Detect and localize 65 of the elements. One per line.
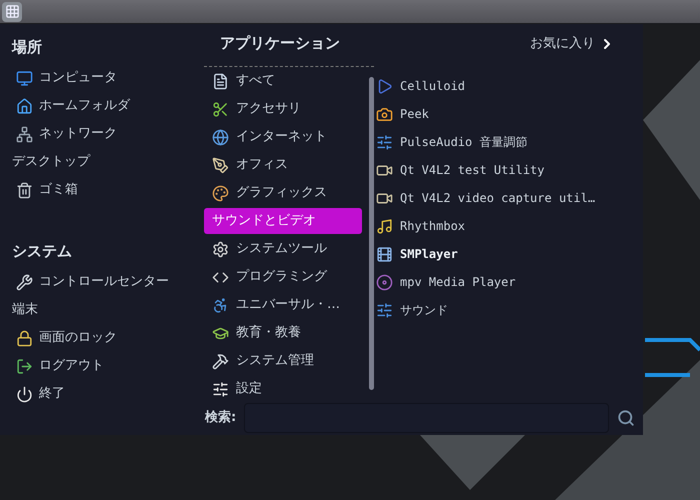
app-item[interactable]: Qt V4L2 video capture util… — [376, 184, 643, 212]
globe-icon — [212, 128, 229, 146]
category-item[interactable]: ユニバーサル・… — [204, 292, 362, 318]
category-item[interactable]: インターネット — [204, 124, 362, 150]
menu-item[interactable]: ログアウト — [0, 352, 200, 380]
app-item[interactable]: Rhythmbox — [376, 212, 643, 240]
app-item[interactable]: PulseAudio 音量調節 — [376, 128, 643, 156]
app-item[interactable]: mpv Media Player — [376, 268, 643, 296]
category-item[interactable]: アクセサリ — [204, 96, 362, 122]
exit-icon — [16, 358, 33, 374]
menu-item[interactable]: コントロールセンター — [0, 268, 200, 296]
app-item[interactable]: Celluloid — [376, 72, 643, 100]
category-item[interactable]: システム管理 — [204, 348, 362, 374]
sliders-icon — [376, 134, 393, 150]
menu-item[interactable]: 端末 — [0, 296, 200, 324]
section-heading: システム — [11, 240, 73, 262]
accessibility-icon — [212, 296, 229, 314]
play-icon — [376, 78, 393, 94]
network-icon — [16, 126, 33, 142]
sliders-icon — [376, 302, 393, 318]
grid-icon — [4, 4, 20, 19]
category-item[interactable]: すべて — [204, 68, 362, 94]
section-heading: アプリケーション — [219, 33, 340, 54]
tools-icon — [212, 352, 229, 370]
speaker-icon — [376, 218, 393, 234]
search-icon[interactable] — [617, 409, 635, 427]
tools-icon — [16, 274, 33, 290]
category-item[interactable]: システムツール — [204, 236, 362, 262]
category-item[interactable]: 設定 — [204, 376, 362, 402]
menu-item[interactable]: ネットワーク — [0, 120, 200, 148]
scissors-icon — [212, 100, 229, 118]
menu-item[interactable]: デスクトップ — [0, 148, 200, 176]
category-item[interactable]: オフィス — [204, 152, 362, 178]
sliders-icon — [212, 380, 229, 398]
search-label: 検索: — [204, 408, 236, 428]
menu-item[interactable]: コンピュータ — [0, 64, 200, 92]
film-icon — [376, 246, 393, 262]
document-icon — [212, 72, 229, 90]
category-item[interactable]: プログラミング — [204, 264, 362, 290]
section-heading: 場所 — [10, 36, 43, 58]
menu-item[interactable]: ホームフォルダ — [0, 92, 200, 120]
gear-icon — [212, 240, 229, 258]
power-icon — [16, 386, 33, 402]
app-item[interactable]: SMPlayer — [376, 240, 643, 268]
wallpaper-stripe — [643, 338, 700, 377]
lock-icon — [16, 330, 33, 346]
category-item[interactable]: サウンドとビデオ — [204, 208, 362, 234]
app-item[interactable]: サウンド — [376, 296, 643, 324]
menu-item[interactable]: 画面のロック — [0, 324, 200, 352]
camera-icon — [376, 106, 393, 122]
palette-icon — [212, 184, 229, 202]
disc-icon — [376, 274, 393, 290]
category-item[interactable]: グラフィックス — [204, 180, 362, 206]
app-item[interactable]: Qt V4L2 test Utility — [376, 156, 643, 184]
pen-icon — [212, 156, 229, 174]
menu-item[interactable]: ゴミ箱 — [0, 176, 200, 204]
menu-item[interactable]: 終了 — [0, 380, 200, 408]
favorites-link[interactable]: お気に入り — [530, 34, 643, 54]
category-item[interactable]: 教育・教養 — [204, 320, 362, 346]
app-menu-button[interactable] — [2, 2, 22, 22]
app-item[interactable]: Peek — [376, 100, 643, 128]
house-icon — [16, 98, 33, 114]
trash-icon — [16, 182, 33, 198]
monitor-icon — [16, 70, 33, 86]
scrollbar[interactable] — [369, 77, 374, 390]
